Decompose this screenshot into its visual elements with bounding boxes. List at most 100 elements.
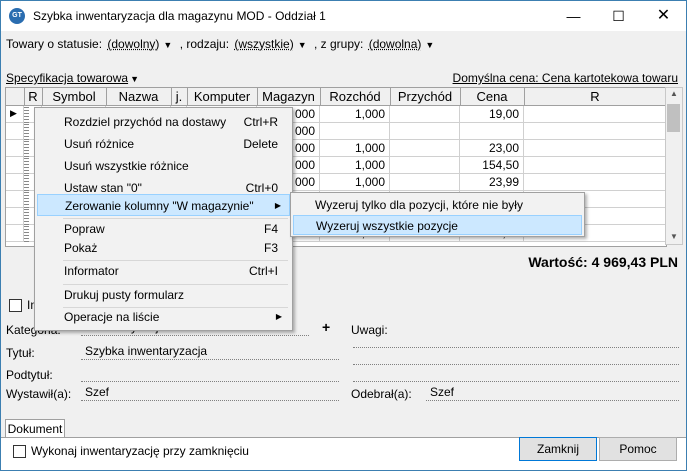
- col-r2[interactable]: R: [524, 88, 666, 105]
- table-cell[interactable]: [390, 140, 460, 157]
- spec-dropdown[interactable]: Specyfikacja towarowa ▼: [6, 71, 139, 85]
- table-cell[interactable]: [6, 191, 24, 208]
- grid-header: R Symbol Nazwa j. Komputer Magazyn Rozch…: [6, 88, 666, 106]
- col-r[interactable]: R: [24, 88, 43, 105]
- table-cell[interactable]: [524, 123, 666, 140]
- table-cell[interactable]: [524, 140, 666, 157]
- finalize-checkbox-label: Wykonaj inwentaryzację przy zamknięciu: [31, 444, 249, 458]
- row-grip-icon: [24, 225, 29, 242]
- title-field[interactable]: Szybka inwentaryzacja: [81, 343, 339, 360]
- submenu-item-zero-all[interactable]: Wyzeruj wszystkie pozycje: [293, 215, 582, 235]
- tab-document[interactable]: Dokument: [5, 419, 65, 438]
- minimize-icon[interactable]: —: [551, 1, 596, 31]
- cell-price[interactable]: 23,99: [460, 174, 524, 191]
- col-symbol[interactable]: Symbol: [42, 88, 107, 105]
- menu-item-split-inflow[interactable]: Rozdziel przychód na dostawy Ctrl+R: [37, 111, 290, 133]
- menu-item-show[interactable]: Pokaż F3: [37, 237, 290, 259]
- close-button[interactable]: Zamknij: [519, 437, 597, 461]
- row-grip-icon: [24, 191, 29, 208]
- table-cell[interactable]: [390, 174, 460, 191]
- cell-outflow[interactable]: [320, 123, 390, 140]
- status-label: Towary o statusie:: [6, 37, 103, 51]
- table-cell[interactable]: [6, 208, 24, 225]
- title-bar: GT Szybka inwentaryzacja dla magazynu MO…: [1, 1, 686, 31]
- chevron-down-icon: ▼: [130, 74, 139, 84]
- row-grip-icon: [24, 140, 29, 157]
- received-label: Odebrał(a):: [351, 387, 412, 401]
- issued-label: Wystawił(a):: [6, 387, 72, 401]
- menu-item-zero-warehouse-column[interactable]: Zerowanie kolumny "W magazynie" ▶: [37, 194, 290, 216]
- cell-outflow[interactable]: 1,000: [320, 157, 390, 174]
- total-value: Wartość: 4 969,43 PLN: [528, 254, 678, 270]
- type-dropdown[interactable]: (wszystkie) ▼: [234, 37, 308, 51]
- cell-price[interactable]: 19,00: [460, 106, 524, 123]
- menu-item-remove-all-differences[interactable]: Usuń wszystkie różnice: [37, 155, 290, 177]
- main-window: GT Szybka inwentaryzacja dla magazynu MO…: [0, 0, 687, 471]
- table-cell[interactable]: [6, 157, 24, 174]
- cell-price[interactable]: [460, 123, 524, 140]
- notes-field[interactable]: [353, 331, 679, 348]
- cell-price[interactable]: 154,50: [460, 157, 524, 174]
- table-cell[interactable]: [6, 123, 24, 140]
- menu-item-remove-difference[interactable]: Usuń różnice Delete: [37, 133, 290, 155]
- notes-field-line3[interactable]: [353, 365, 679, 382]
- col-outflow[interactable]: Rozchód: [320, 88, 391, 105]
- cell-outflow[interactable]: 1,000: [320, 140, 390, 157]
- title-label: Tytuł:: [6, 346, 35, 360]
- group-label: , z grupy:: [314, 37, 364, 51]
- table-cell[interactable]: [390, 157, 460, 174]
- submenu-item-zero-unedited[interactable]: Wyzeruj tylko dla pozycji, które nie był…: [293, 195, 582, 232]
- scroll-down-icon[interactable]: ▼: [665, 232, 683, 241]
- scroll-thumb[interactable]: [667, 104, 680, 132]
- notes-field-line2[interactable]: [353, 348, 679, 365]
- col-price[interactable]: Cena: [460, 88, 525, 105]
- type-label: , rodzaju:: [179, 37, 230, 51]
- table-cell[interactable]: [390, 106, 460, 123]
- table-cell[interactable]: [524, 106, 666, 123]
- menu-item-print-blank-form[interactable]: Drukuj pusty formularz: [37, 284, 290, 306]
- zero-column-submenu: Wyzeruj tylko dla pozycji, które nie był…: [290, 192, 585, 237]
- received-field[interactable]: Szef: [426, 384, 679, 401]
- cell-outflow[interactable]: 1,000: [320, 174, 390, 191]
- table-cell[interactable]: [390, 123, 460, 140]
- col-unit[interactable]: j.: [171, 88, 188, 105]
- table-cell[interactable]: [6, 140, 24, 157]
- current-row-icon: ▶: [10, 108, 17, 118]
- table-cell[interactable]: [6, 174, 24, 191]
- table-cell[interactable]: [6, 225, 24, 242]
- issued-field[interactable]: Szef: [81, 384, 339, 401]
- default-price-link[interactable]: Domyślna cena: Cena kartotekowa towaru: [453, 71, 678, 85]
- menu-item-list-operations[interactable]: Operacje na liście ▶: [37, 306, 290, 328]
- maximize-icon[interactable]: ☐: [596, 1, 641, 31]
- row-grip-icon: [24, 174, 29, 191]
- col-name[interactable]: Nazwa: [106, 88, 172, 105]
- cell-outflow[interactable]: 1,000: [320, 106, 390, 123]
- col-warehouse[interactable]: Magazyn: [257, 88, 321, 105]
- table-cell[interactable]: [524, 174, 666, 191]
- row-grip-icon: [24, 106, 29, 123]
- col-marker: [6, 88, 25, 105]
- app-icon: GT: [9, 8, 25, 24]
- row-grip-icon: [24, 157, 29, 174]
- cell-price[interactable]: 23,00: [460, 140, 524, 157]
- status-dropdown[interactable]: (dowolny) ▼: [107, 37, 174, 51]
- chevron-right-icon: ▶: [274, 201, 281, 210]
- group-dropdown[interactable]: (dowolna) ▼: [369, 37, 437, 51]
- subtitle-label: Podtytuł:: [6, 368, 53, 382]
- filter-row: Towary o statusie: (dowolny) ▼ , rodzaju:…: [6, 37, 438, 51]
- close-icon[interactable]: ✕: [641, 1, 686, 31]
- chevron-down-icon: ▼: [425, 40, 435, 50]
- col-inflow[interactable]: Przychód: [390, 88, 461, 105]
- context-menu: Rozdziel przychód na dostawy Ctrl+R Usuń …: [34, 107, 293, 331]
- chevron-down-icon: ▼: [297, 40, 307, 50]
- table-cell[interactable]: [524, 157, 666, 174]
- add-category-button[interactable]: +: [322, 319, 330, 335]
- scroll-up-icon[interactable]: ▲: [665, 89, 683, 98]
- menu-item-informator[interactable]: Informator Ctrl+I: [37, 260, 290, 282]
- finalize-checkbox[interactable]: [13, 445, 26, 458]
- in-checkbox[interactable]: [9, 299, 22, 312]
- subtitle-field[interactable]: [81, 365, 339, 382]
- col-computer[interactable]: Komputer: [187, 88, 258, 105]
- help-button[interactable]: Pomoc: [599, 437, 677, 461]
- chevron-right-icon: ▶: [275, 312, 282, 321]
